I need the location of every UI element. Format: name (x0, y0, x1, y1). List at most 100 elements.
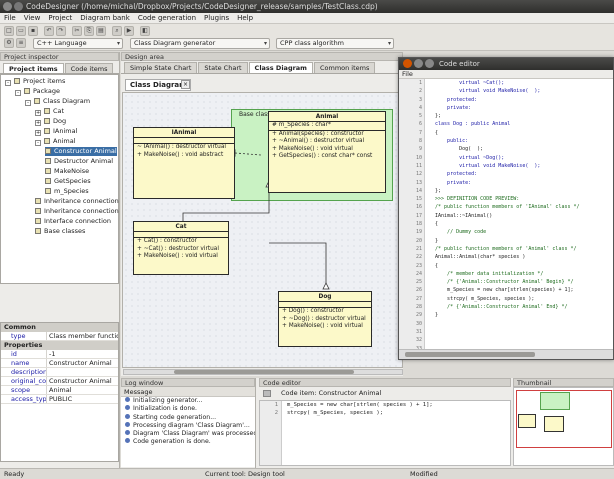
tree-item[interactable]: Destructor Animal (45, 157, 113, 166)
class-operation[interactable]: + MakeNoise() : void virtual (272, 146, 385, 154)
property-value[interactable] (47, 368, 118, 376)
thumbnail-view[interactable] (513, 387, 614, 466)
expander-icon[interactable]: - (35, 140, 41, 146)
menu-help[interactable]: Help (237, 14, 253, 22)
tab-project-items[interactable]: Project items (3, 63, 64, 73)
undo-icon[interactable]: ↶ (44, 26, 54, 36)
tree-item-label: Destructor Animal (54, 157, 114, 165)
tree-item[interactable]: Inheritance connection (35, 197, 119, 206)
design-area: Design area Simple State Chart State Char… (121, 52, 403, 376)
expander-icon[interactable]: + (35, 110, 41, 116)
class-dog[interactable]: Dog + Dog() : constructor + ~Dog() : destr… (278, 291, 372, 347)
class-operation[interactable]: + ~Animal() : destructor virtual (272, 138, 385, 146)
class-operation[interactable]: + GetSpecies() : const char* const (272, 153, 385, 161)
open-icon[interactable]: ▭ (16, 26, 26, 36)
redo-icon[interactable]: ↷ (56, 26, 66, 36)
save-icon[interactable]: ▪ (28, 26, 38, 36)
save-code-icon[interactable] (263, 390, 271, 397)
code-editor-menu-file[interactable]: File (399, 70, 613, 79)
scrollbar-thumb[interactable] (174, 370, 354, 374)
class-operation[interactable]: + Dog() : constructor (282, 308, 371, 316)
property-value[interactable]: Class member functio (47, 332, 118, 340)
thumbnail-class-cat (518, 414, 536, 428)
log-icon[interactable]: ≡ (16, 38, 26, 48)
zoom-icon[interactable]: ⌕ (112, 26, 122, 36)
class-attribute[interactable]: # m_Species : char* (272, 122, 385, 130)
inheritance-arrowhead-dog (322, 282, 330, 290)
tree-item[interactable]: - Package (15, 87, 60, 96)
code-preview[interactable]: virtual ~Cat(); virtual void MakeNoise( … (429, 79, 611, 349)
menu-plugins[interactable]: Plugins (204, 14, 229, 22)
menu-view[interactable]: View (24, 14, 41, 22)
class-ianimal[interactable]: IAnimal ~ IAnimal() : destructor virtual +… (133, 127, 235, 199)
class-operation[interactable]: + ~Cat() : destructor virtual (137, 246, 228, 254)
class-operation[interactable]: + ~Dog() : destructor virtual (282, 316, 371, 324)
menu-code-generation[interactable]: Code generation (138, 14, 196, 22)
tree-item[interactable]: Interface connection (35, 217, 111, 226)
generator-select[interactable]: Class Diagram generator ▾ (130, 38, 270, 49)
tree-item[interactable]: m_Species (45, 187, 89, 196)
maximize-window-icon[interactable] (425, 59, 434, 68)
tree-item[interactable]: - Animal (35, 137, 76, 146)
tab-code-items[interactable]: Code items (64, 63, 114, 73)
property-key: original_code (1, 377, 47, 385)
tree-item[interactable]: + Cat (35, 107, 64, 116)
expander-icon[interactable]: - (5, 80, 11, 86)
close-diagram-icon[interactable]: × (181, 80, 190, 89)
property-value[interactable]: -1 (47, 350, 118, 358)
tree-item[interactable]: MakeNoise (45, 167, 89, 176)
minimize-window-icon[interactable] (414, 59, 423, 68)
project-tree: - Project items - Package - Class Diagram + Cat… (0, 74, 125, 284)
generate-icon[interactable]: ▶ (124, 26, 134, 36)
property-value[interactable]: Animal (47, 386, 118, 394)
language-select[interactable]: C++ Language ▾ (33, 38, 123, 49)
close-window-icon[interactable] (403, 59, 412, 68)
tree-node-icon (35, 228, 41, 234)
expander-icon[interactable]: - (25, 100, 31, 106)
algorithm-select[interactable]: CPP class algorithm ▾ (276, 38, 394, 49)
tab-state-chart[interactable]: State Chart (198, 62, 248, 73)
property-value[interactable]: Constructor Animal (47, 377, 118, 385)
class-operation[interactable]: + MakeNoise() : void virtual (282, 323, 371, 331)
tree-item[interactable]: GetSpecies (45, 177, 91, 186)
preview-icon[interactable]: ◧ (140, 26, 150, 36)
class-operation[interactable]: + MakeNoise() : void virtual (137, 253, 228, 261)
code-item-text[interactable]: 12 m_Species = new char[strlen( species … (259, 400, 511, 466)
code-horizontal-scrollbar[interactable] (399, 349, 613, 359)
code-line: Dog( ); (429, 146, 484, 153)
paste-icon[interactable]: ▤ (96, 26, 106, 36)
menu-project[interactable]: Project (48, 14, 72, 22)
copy-icon[interactable]: ⎘ (84, 26, 94, 36)
settings-icon[interactable]: ⚙ (4, 38, 14, 48)
menu-file[interactable]: File (4, 14, 16, 22)
class-operation[interactable]: + MakeNoise() : void abstract (137, 152, 234, 160)
class-animal[interactable]: Animal # m_Species : char* + Animal(specie… (268, 111, 386, 193)
new-icon[interactable]: □ (4, 26, 14, 36)
class-operation[interactable]: ~ IAnimal() : destructor virtual (137, 144, 234, 152)
tree-item[interactable]: Base classes (35, 227, 85, 236)
tree-item[interactable]: - Class Diagram (25, 97, 90, 106)
class-operation[interactable]: + Animal(species) : constructor (272, 131, 385, 139)
tab-simple-state-chart[interactable]: Simple State Chart (124, 62, 198, 73)
tree-item[interactable]: Constructor Animal (45, 147, 117, 156)
menu-diagram-bank[interactable]: Diagram bank (80, 14, 130, 22)
code-scrollbar-thumb[interactable] (405, 352, 535, 357)
expander-icon[interactable]: + (35, 130, 41, 136)
tree-item[interactable]: + IAnimal (35, 127, 77, 136)
tree-item[interactable]: - Project items (5, 77, 65, 86)
tab-class-diagram[interactable]: Class Diagram (248, 62, 313, 73)
class-cat[interactable]: Cat + Cat() : constructor + ~Cat() : destr… (133, 221, 229, 275)
window-menu-icon[interactable] (14, 2, 23, 11)
expander-icon[interactable]: - (15, 90, 21, 96)
diagram-canvas[interactable]: Base classes IAnimal ~ IAnimal() : destru… (122, 92, 403, 368)
horizontal-scrollbar[interactable] (123, 369, 403, 375)
property-value[interactable]: Constructor Animal (47, 359, 118, 367)
property-value[interactable]: PUBLIC (47, 395, 118, 403)
tab-common-items[interactable]: Common items (313, 62, 376, 73)
cut-icon[interactable]: ✂ (72, 26, 82, 36)
tree-item[interactable]: + Dog (35, 117, 66, 126)
expander-icon[interactable]: + (35, 120, 41, 126)
log-text: Starting code generation... (133, 413, 217, 421)
class-operation[interactable]: + Cat() : constructor (137, 238, 228, 246)
tree-item[interactable]: Inheritance connection 2 (35, 207, 125, 216)
